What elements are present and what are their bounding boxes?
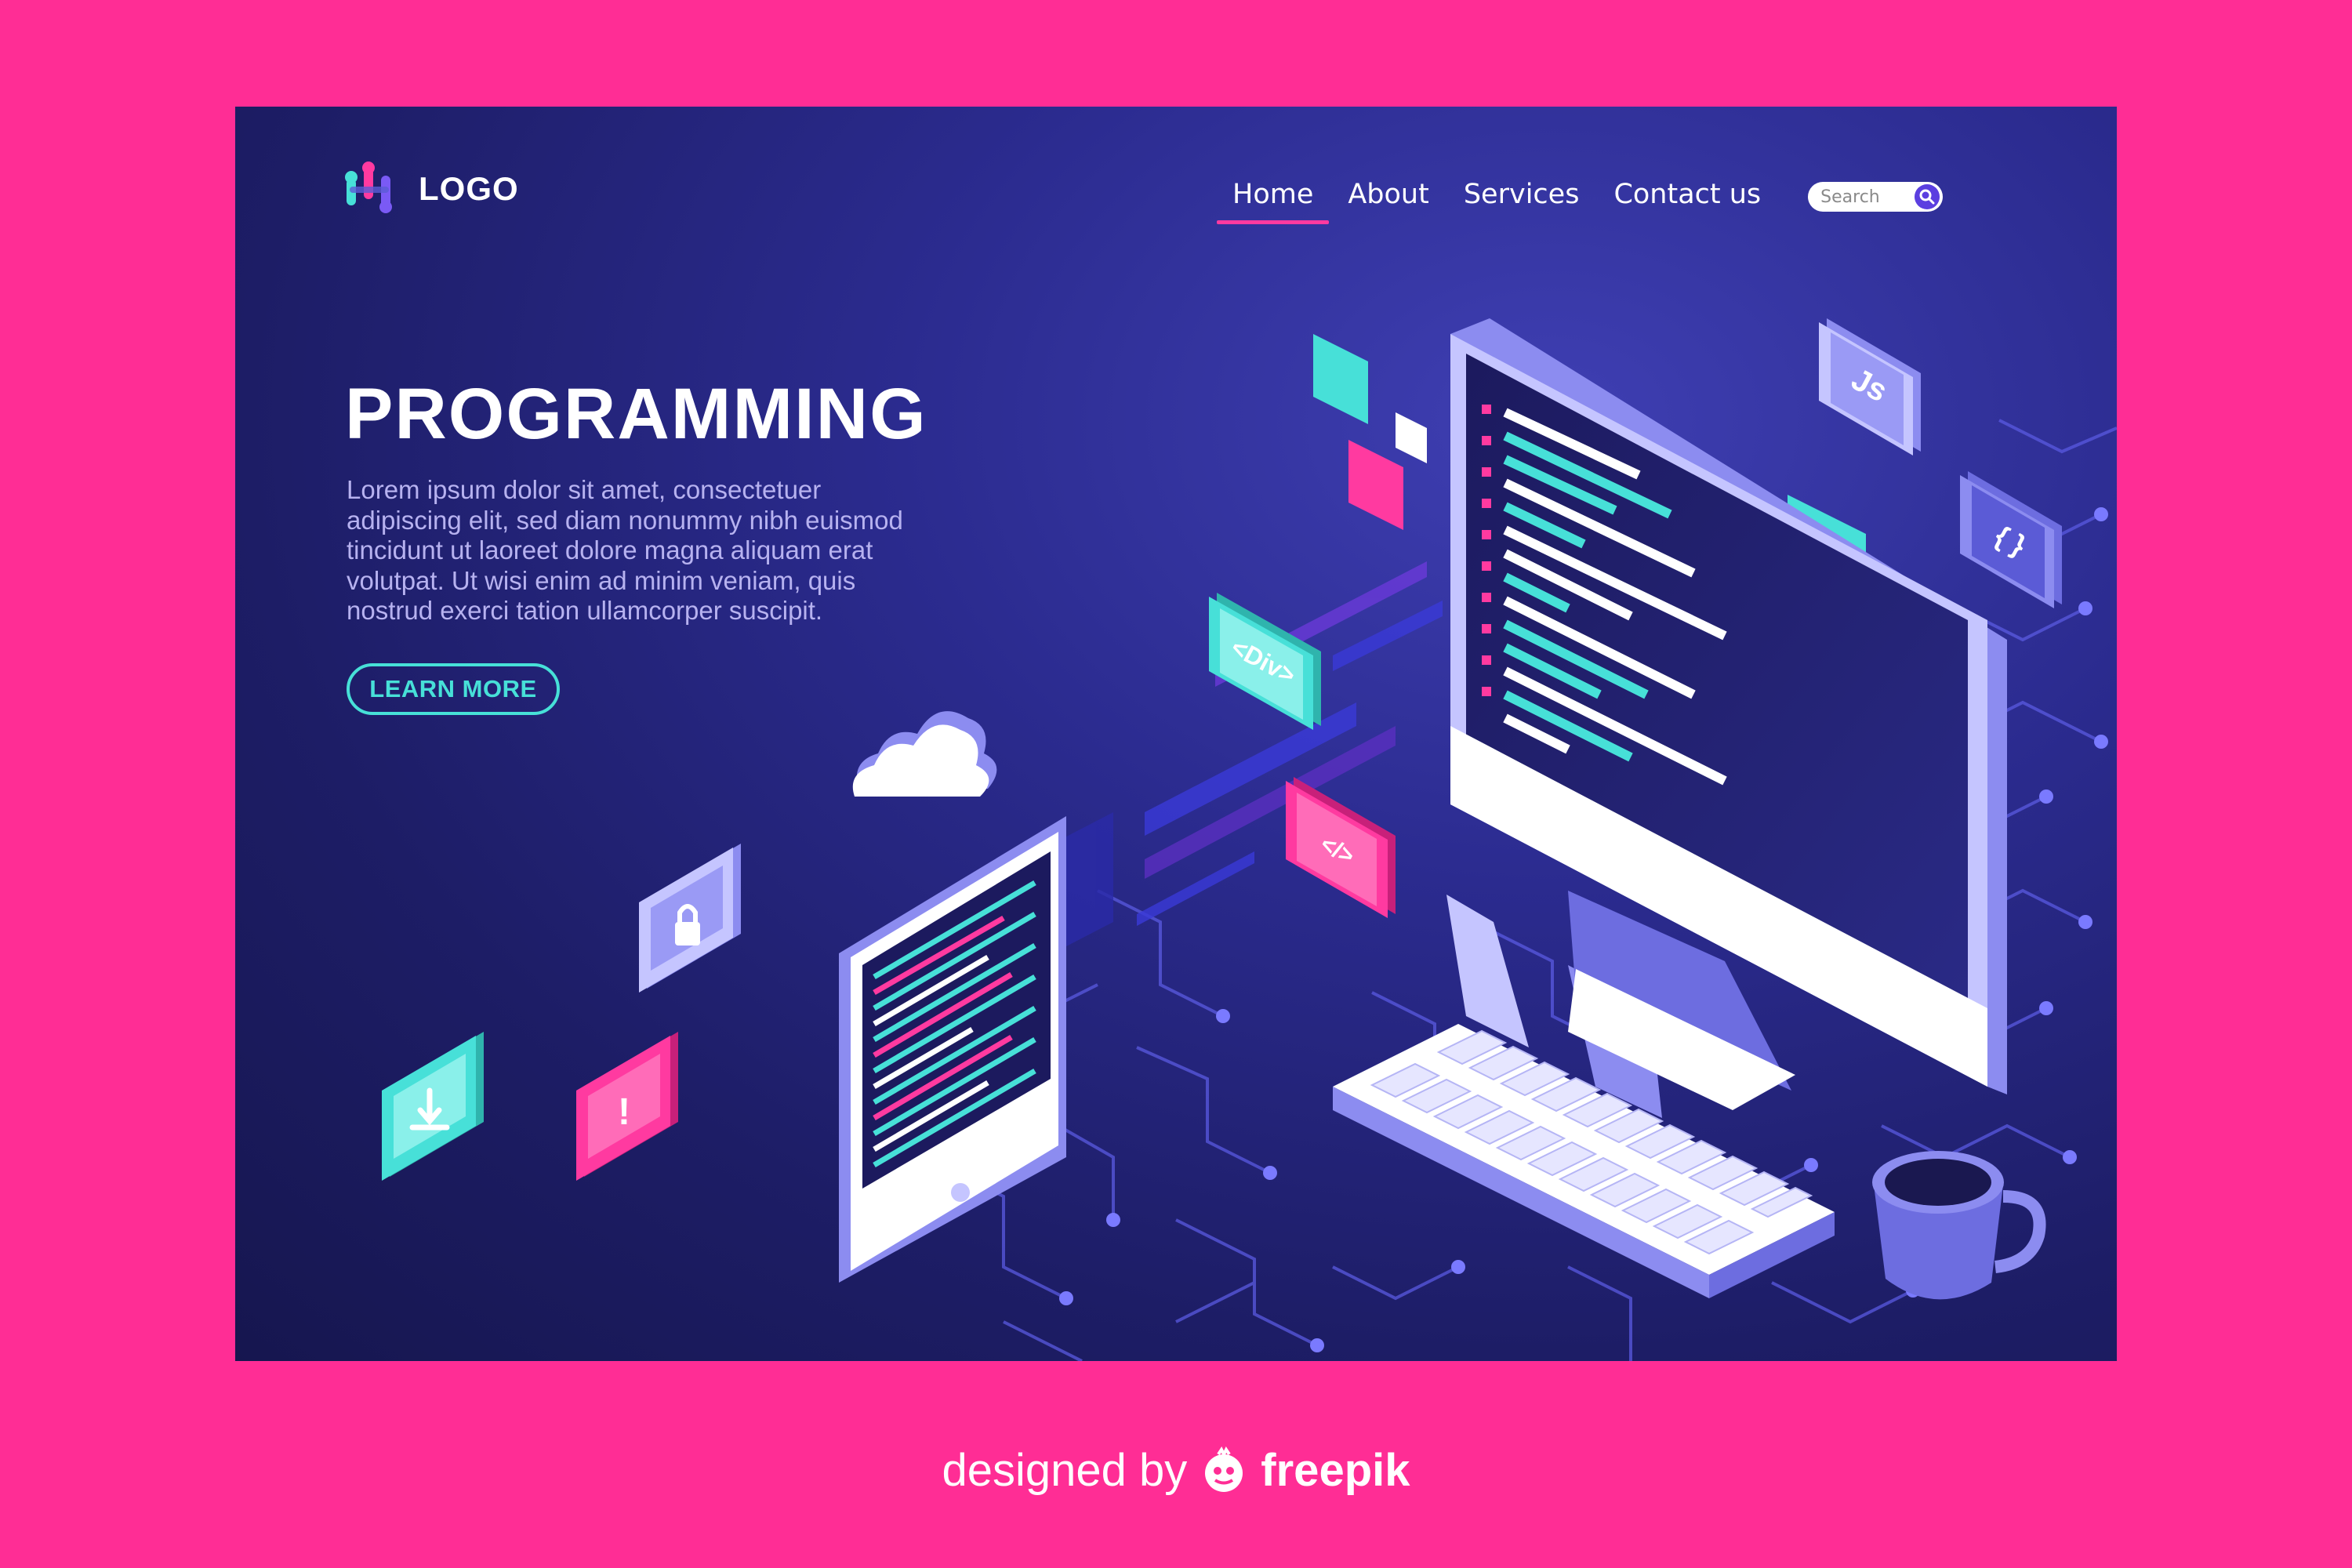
search-input[interactable] — [1820, 187, 1907, 207]
hero-description: Lorem ipsum dolor sit amet, consectetuer… — [347, 475, 903, 625]
monitor-icon — [1446, 318, 2007, 1118]
page-title: PROGRAMMING — [345, 374, 927, 454]
div-tile: <Div> — [1209, 593, 1321, 730]
landing-card: Js { } <Div> </> ! LOGO Home About Servi… — [235, 107, 2117, 1361]
logo-text: LOGO — [419, 170, 519, 207]
download-icon — [382, 1032, 484, 1181]
freepik-mascot-icon — [1205, 1446, 1243, 1492]
nav-item-home[interactable]: Home — [1215, 169, 1330, 224]
nav-item-services[interactable]: Services — [1446, 169, 1597, 224]
mug-icon — [1872, 1151, 2046, 1300]
molecule-logo-icon — [345, 162, 392, 213]
js-tile: Js — [1819, 318, 1921, 456]
svg-text:!: ! — [618, 1091, 630, 1133]
search-button[interactable] — [1915, 184, 1940, 209]
nav-item-contact[interactable]: Contact us — [1596, 169, 1778, 224]
programming-illustration: Js { } <Div> </> ! — [382, 318, 2117, 1361]
main-nav: Home About Services Contact us — [1215, 169, 1944, 224]
braces-tile: { } — [1960, 471, 2062, 608]
learn-more-button[interactable]: LEARN MORE — [347, 663, 560, 715]
designer-credit: designed by freepik — [0, 1444, 2352, 1497]
nav-item-about[interactable]: About — [1330, 169, 1446, 224]
credit-brand[interactable]: freepik — [1261, 1444, 1410, 1497]
lock-icon — [639, 844, 741, 993]
cloud-icon — [852, 711, 997, 797]
search-icon — [1919, 189, 1935, 205]
code-tile: </> — [1286, 777, 1396, 918]
brand-logo[interactable]: LOGO — [343, 162, 519, 216]
credit-prefix: designed by — [942, 1445, 1188, 1496]
search-box — [1808, 182, 1944, 212]
tablet-icon — [839, 816, 1066, 1283]
alert-tile: ! — [576, 1032, 678, 1181]
